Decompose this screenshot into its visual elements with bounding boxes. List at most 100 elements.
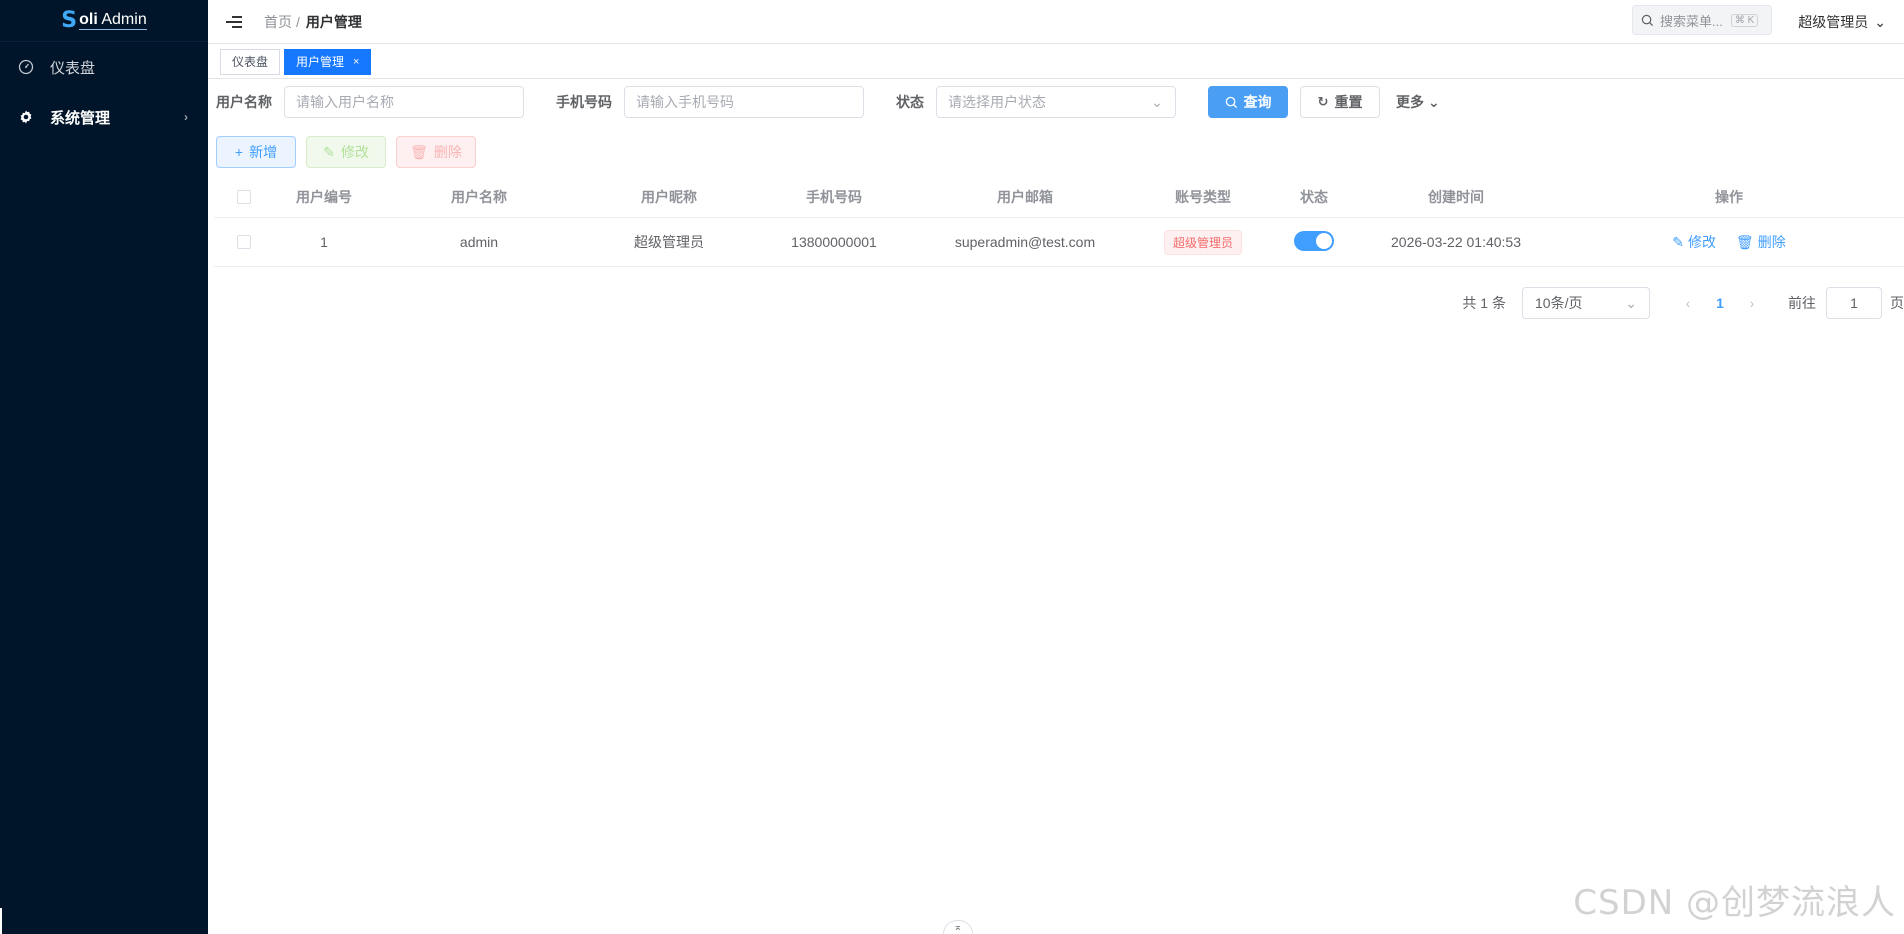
row-checkbox[interactable]	[237, 235, 251, 249]
cell-operations: ✎ 修改 🗑 删除	[1554, 232, 1904, 252]
select-all-cell	[214, 190, 274, 204]
sidebar-edge-marker	[0, 908, 2, 934]
username-label: 用户名称	[216, 94, 272, 110]
search-icon	[1225, 96, 1237, 108]
page-suffix: 页	[1890, 295, 1904, 311]
page-number[interactable]: 1	[1704, 295, 1736, 311]
user-name: 超级管理员	[1798, 14, 1869, 30]
refresh-icon: ↻	[1317, 94, 1329, 109]
search-icon	[1641, 14, 1654, 26]
cell-user-id: 1	[320, 234, 328, 250]
chevron-down-icon: ⌄	[1151, 93, 1163, 110]
goto-value: 1	[1850, 295, 1858, 311]
page-size-select[interactable]: 10条/页 ⌄	[1522, 287, 1650, 319]
phone-input[interactable]: 请输入手机号码	[624, 86, 864, 118]
reset-button[interactable]: ↻ 重置	[1300, 86, 1380, 118]
sidebar-item-label: 仪表盘	[50, 59, 96, 77]
column-header: 用户昵称	[641, 189, 697, 205]
close-icon[interactable]: ×	[353, 56, 359, 68]
row-delete-button[interactable]: 🗑 删除	[1736, 232, 1786, 252]
chevron-right-icon: ›	[184, 110, 188, 124]
app-logo[interactable]: S oli Admin	[0, 0, 208, 42]
logo-mark: S	[61, 8, 78, 33]
gear-icon	[18, 109, 34, 125]
logo-text: oli Admin	[79, 11, 147, 30]
row-select-cell	[214, 235, 274, 249]
edit-label: 修改	[340, 144, 369, 160]
trash-icon: 🗑	[410, 143, 428, 160]
search-form: 用户名称 请输入用户名称 手机号码 请输入手机号码 状态 请选择用户状态 ⌄ 查…	[216, 86, 1440, 118]
add-label: 新增	[249, 144, 278, 160]
plus-icon: +	[234, 144, 244, 160]
scroll-up-icon[interactable]: ⌅	[943, 920, 973, 934]
sidebar-item-system[interactable]: 系统管理 ›	[0, 92, 208, 142]
chevron-down-icon: ⌄	[1428, 93, 1440, 110]
edit-icon: ✎	[323, 143, 335, 160]
search-placeholder: 搜索菜单...	[1660, 13, 1723, 29]
dashboard-icon	[18, 59, 34, 75]
tab-label: 仪表盘	[232, 55, 269, 69]
column-header: 状态	[1300, 189, 1328, 205]
column-header: 用户编号	[296, 189, 352, 205]
cell-phone: 13800000001	[791, 234, 877, 250]
status-toggle[interactable]	[1294, 230, 1334, 251]
page-size-value: 10条/页	[1535, 295, 1583, 311]
row-edit-label: 修改	[1688, 234, 1717, 250]
goto-page-input[interactable]: 1	[1826, 287, 1882, 319]
sidebar-item-dashboard[interactable]: 仪表盘	[0, 42, 208, 92]
row-delete-label: 删除	[1757, 234, 1786, 250]
add-button[interactable]: + 新增	[216, 136, 296, 168]
cell-username: admin	[459, 234, 499, 250]
trash-icon: 🗑	[1735, 233, 1754, 250]
query-button[interactable]: 查询	[1208, 86, 1288, 118]
breadcrumb-current: 用户管理	[305, 13, 362, 30]
more-label: 更多	[1396, 94, 1424, 110]
account-type-tag: 超级管理员	[1163, 229, 1242, 255]
chevron-down-icon: ⌄	[1625, 294, 1637, 311]
user-dropdown[interactable]: 超级管理员 ⌄	[1798, 12, 1886, 32]
total-count: 共 1 条	[1462, 295, 1506, 311]
chevron-down-icon: ⌄	[1874, 13, 1886, 30]
phone-placeholder: 请输入手机号码	[636, 94, 734, 110]
user-table: 用户编号 用户名称 用户昵称 手机号码 用户邮箱 账号类型 状态 创建时间 操作…	[214, 177, 1904, 267]
top-header: 首页 / 用户管理 搜索菜单... ⌘ K 超级管理员 ⌄	[208, 0, 1904, 44]
username-input[interactable]: 请输入用户名称	[284, 86, 524, 118]
next-page-icon[interactable]: ›	[1736, 295, 1768, 311]
sidebar: S oli Admin 仪表盘 系统管理 ›	[0, 0, 208, 934]
menu-search-input[interactable]: 搜索菜单... ⌘ K	[1632, 5, 1772, 35]
prev-page-icon[interactable]: ‹	[1672, 295, 1704, 311]
query-label: 查询	[1243, 94, 1272, 110]
pagination: 共 1 条 10条/页 ⌄ ‹ 1 › 前往 1 页	[1462, 287, 1904, 319]
phone-label: 手机号码	[556, 94, 612, 110]
edit-icon: ✎	[1672, 233, 1685, 250]
tab-label: 用户管理	[296, 55, 345, 69]
column-header: 创建时间	[1428, 189, 1484, 205]
select-all-checkbox[interactable]	[237, 190, 251, 204]
column-header: 用户邮箱	[997, 189, 1053, 205]
column-header: 操作	[1715, 189, 1743, 205]
row-edit-button[interactable]: ✎ 修改	[1672, 232, 1716, 252]
delete-button[interactable]: 🗑 删除	[396, 136, 476, 168]
cell-email: superadmin@test.com	[954, 234, 1096, 250]
edit-button[interactable]: ✎ 修改	[306, 136, 386, 168]
column-header: 账号类型	[1175, 189, 1231, 205]
status-select[interactable]: 请选择用户状态 ⌄	[936, 86, 1176, 118]
tab-dashboard[interactable]: 仪表盘	[220, 48, 281, 75]
reset-label: 重置	[1334, 94, 1363, 110]
username-placeholder: 请输入用户名称	[296, 94, 394, 110]
breadcrumb-home[interactable]: 首页	[264, 12, 292, 32]
watermark: CSDN @创梦流浪人	[1573, 883, 1896, 923]
cell-status	[1270, 230, 1358, 254]
table-header: 用户编号 用户名称 用户昵称 手机号码 用户邮箱 账号类型 状态 创建时间 操作	[214, 177, 1904, 218]
breadcrumb-separator: /	[296, 13, 300, 30]
sidebar-item-label: 系统管理	[50, 109, 111, 127]
more-dropdown[interactable]: 更多 ⌄	[1396, 92, 1440, 112]
goto-label: 前往	[1788, 295, 1816, 311]
status-placeholder: 请选择用户状态	[948, 94, 1046, 110]
collapse-menu-icon[interactable]	[226, 15, 242, 28]
column-header: 手机号码	[806, 189, 862, 205]
status-label: 状态	[896, 94, 924, 110]
table-row[interactable]: 1 admin 超级管理员 13800000001 superadmin@tes…	[214, 218, 1904, 267]
cell-nickname: 超级管理员	[634, 234, 704, 250]
tab-user-management[interactable]: 用户管理 ×	[284, 48, 372, 75]
